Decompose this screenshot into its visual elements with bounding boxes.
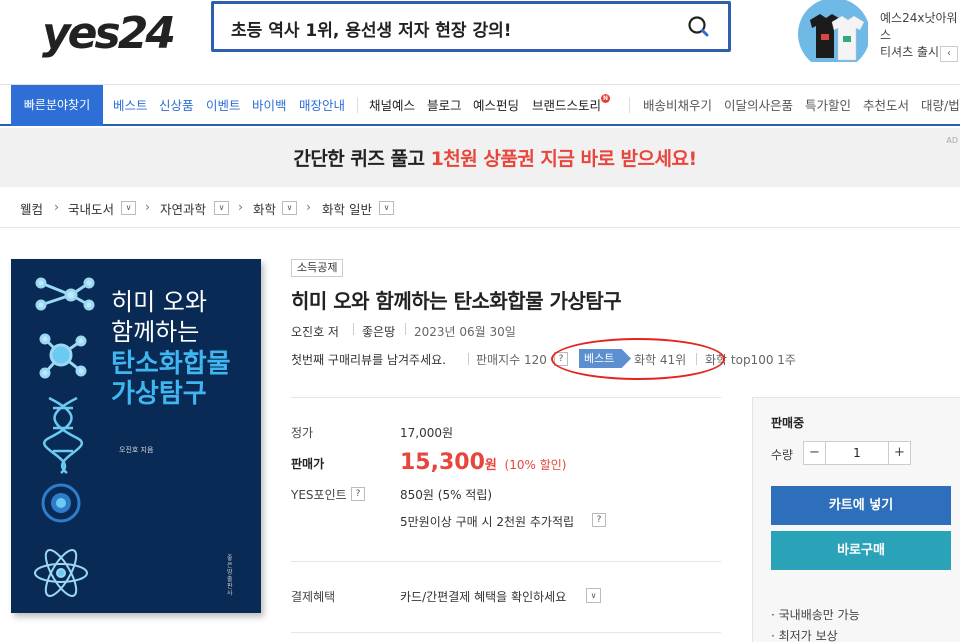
list-price-value: 17,000원 [400, 426, 454, 440]
meta-divider [405, 323, 406, 335]
ad-prev-arrow-icon[interactable]: ‹ [940, 46, 958, 62]
book-cover[interactable]: 히미 오와 함께하는 탄소화합물 가상탐구 오진호 지음 좋은땅 출판사 [11, 259, 261, 613]
help-icon[interactable]: ? [351, 487, 365, 501]
chevron-right-icon: › [145, 199, 150, 214]
chevron-right-icon: › [306, 199, 311, 214]
red-highlight-ellipse [551, 338, 725, 380]
list-price-label: 정가 [291, 426, 314, 440]
chevron-right-icon: › [238, 199, 243, 214]
add-to-cart-button[interactable]: 카트에 넣기 [771, 486, 951, 525]
chevron-down-icon[interactable]: ∨ [586, 588, 601, 603]
sales-index: 판매지수 120 [476, 353, 547, 367]
author-link[interactable]: 오진호 저 [291, 323, 339, 340]
chevron-down-icon[interactable]: ∨ [282, 201, 297, 215]
cover-author: 오진호 지음 [119, 446, 154, 454]
buy-now-button[interactable]: 바로구매 [771, 531, 951, 570]
cover-title-line1: 히미 오와 함께하는 [111, 288, 207, 346]
quick-category-button[interactable]: 빠른분야찾기 [11, 85, 103, 126]
chevron-down-icon[interactable]: ∨ [379, 201, 394, 215]
chevron-right-icon: › [54, 199, 59, 214]
review-prompt-link[interactable]: 첫번째 구매리뷰를 남겨주세요. [291, 351, 446, 368]
search-value: 초등 역사 1위, 용선생 저자 현장 강의! [231, 21, 512, 41]
new-badge: N [601, 94, 610, 103]
publisher-link[interactable]: 좋은땅 [362, 323, 395, 340]
nav-item-bulk[interactable]: 대량/법 [921, 85, 960, 126]
product-title: 히미 오와 함께하는 탄소화합물 가상탐구 [291, 289, 622, 313]
nav-item-store[interactable]: 매장안내 [299, 85, 345, 126]
search-input[interactable]: 초등 역사 1위, 용선생 저자 현장 강의! [211, 1, 731, 52]
nav-divider [357, 97, 358, 113]
sale-price-value: 15,300원 (10% 할인) [400, 450, 567, 475]
promo-banner[interactable]: 간단한 퀴즈 풀고 1천원 상품권 지금 바로 받으세요! AD [0, 128, 960, 187]
tshirt-ad-image[interactable] [796, 0, 868, 62]
tax-deduction-tag: 소득공제 [291, 259, 344, 277]
divider [291, 397, 721, 398]
quantity-field[interactable]: 1 [826, 442, 888, 464]
meta-divider [468, 353, 469, 365]
main-nav: 빠른분야찾기 베스트 신상품 이벤트 바이백 매장안내 채널예스 블로그 예스펀… [0, 84, 960, 126]
quantity-stepper[interactable]: − 1 + [803, 441, 911, 465]
divider [291, 561, 721, 562]
purchase-panel: 판매중 수량 − 1 + 카트에 넣기 바로구매 · 국내배송만 가능 · 최저… [752, 397, 960, 642]
breadcrumb-home[interactable]: 웰컴 [20, 199, 43, 218]
payment-benefit-text[interactable]: 카드/간편결제 혜택을 확인하세요 [400, 588, 566, 605]
breadcrumb-general-chemistry[interactable]: 화학 일반 [322, 199, 372, 218]
nav-item-channel[interactable]: 채널예스 [369, 85, 415, 126]
minus-icon[interactable]: − [804, 442, 826, 464]
breadcrumb-science[interactable]: 자연과학 [160, 199, 206, 218]
divider [0, 227, 960, 228]
nav-divider [629, 97, 630, 113]
ad-label: AD [946, 136, 958, 145]
nav-item-special-sale[interactable]: 특가할인 [805, 85, 851, 126]
help-icon[interactable]: ? [592, 513, 606, 527]
cover-title-line2: 탄소화합물 가상탐구 [111, 349, 231, 409]
search-icon[interactable] [687, 15, 711, 39]
breadcrumb-chemistry[interactable]: 화학 [253, 199, 276, 218]
domestic-shipping-note: · 국내배송만 가능 [771, 608, 860, 622]
yes-points-value: 850원 (5% 적립) [400, 488, 493, 502]
promo-text: 간단한 퀴즈 풀고 1천원 상품권 지금 바로 받으세요! [293, 148, 697, 170]
plus-icon[interactable]: + [888, 442, 910, 464]
nav-item-event[interactable]: 이벤트 [206, 85, 241, 126]
chevron-down-icon[interactable]: ∨ [121, 201, 136, 215]
publish-date: 2023년 06월 30일 [414, 325, 516, 339]
nav-item-blog[interactable]: 블로그 [427, 85, 462, 126]
meta-divider [353, 323, 354, 335]
quantity-label: 수량 [771, 448, 794, 462]
sale-price-label: 판매가 [291, 457, 325, 471]
chevron-down-icon[interactable]: ∨ [214, 201, 229, 215]
molecule-icons [34, 277, 95, 597]
yes-points-label: YES포인트 [291, 488, 347, 502]
nav-item-monthly-gift[interactable]: 이달의사은품 [724, 85, 793, 126]
nav-item-recommended[interactable]: 추천도서 [863, 85, 909, 126]
nav-item-best[interactable]: 베스트 [113, 85, 148, 126]
extra-points-text: 5만원이상 구매 시 2천원 추가적립 [400, 515, 575, 529]
nav-item-brand-story[interactable]: 브랜드스토리 [532, 85, 601, 126]
sale-status: 판매중 [771, 416, 805, 430]
nav-item-shipping-fill[interactable]: 배송비채우기 [643, 85, 712, 126]
divider [291, 632, 721, 633]
breadcrumb-domestic[interactable]: 국내도서 [68, 199, 114, 218]
yes24-logo[interactable]: yes24 [42, 8, 176, 59]
nav-item-funding[interactable]: 예스펀딩 [473, 85, 519, 126]
lowest-price-note[interactable]: · 최저가 보상 [771, 627, 838, 642]
nav-item-new[interactable]: 신상품 [159, 85, 194, 126]
nav-item-buyback[interactable]: 바이백 [252, 85, 287, 126]
payment-benefit-label: 결제혜택 [291, 590, 336, 604]
cover-publisher: 좋은땅 출판사 [227, 555, 233, 597]
